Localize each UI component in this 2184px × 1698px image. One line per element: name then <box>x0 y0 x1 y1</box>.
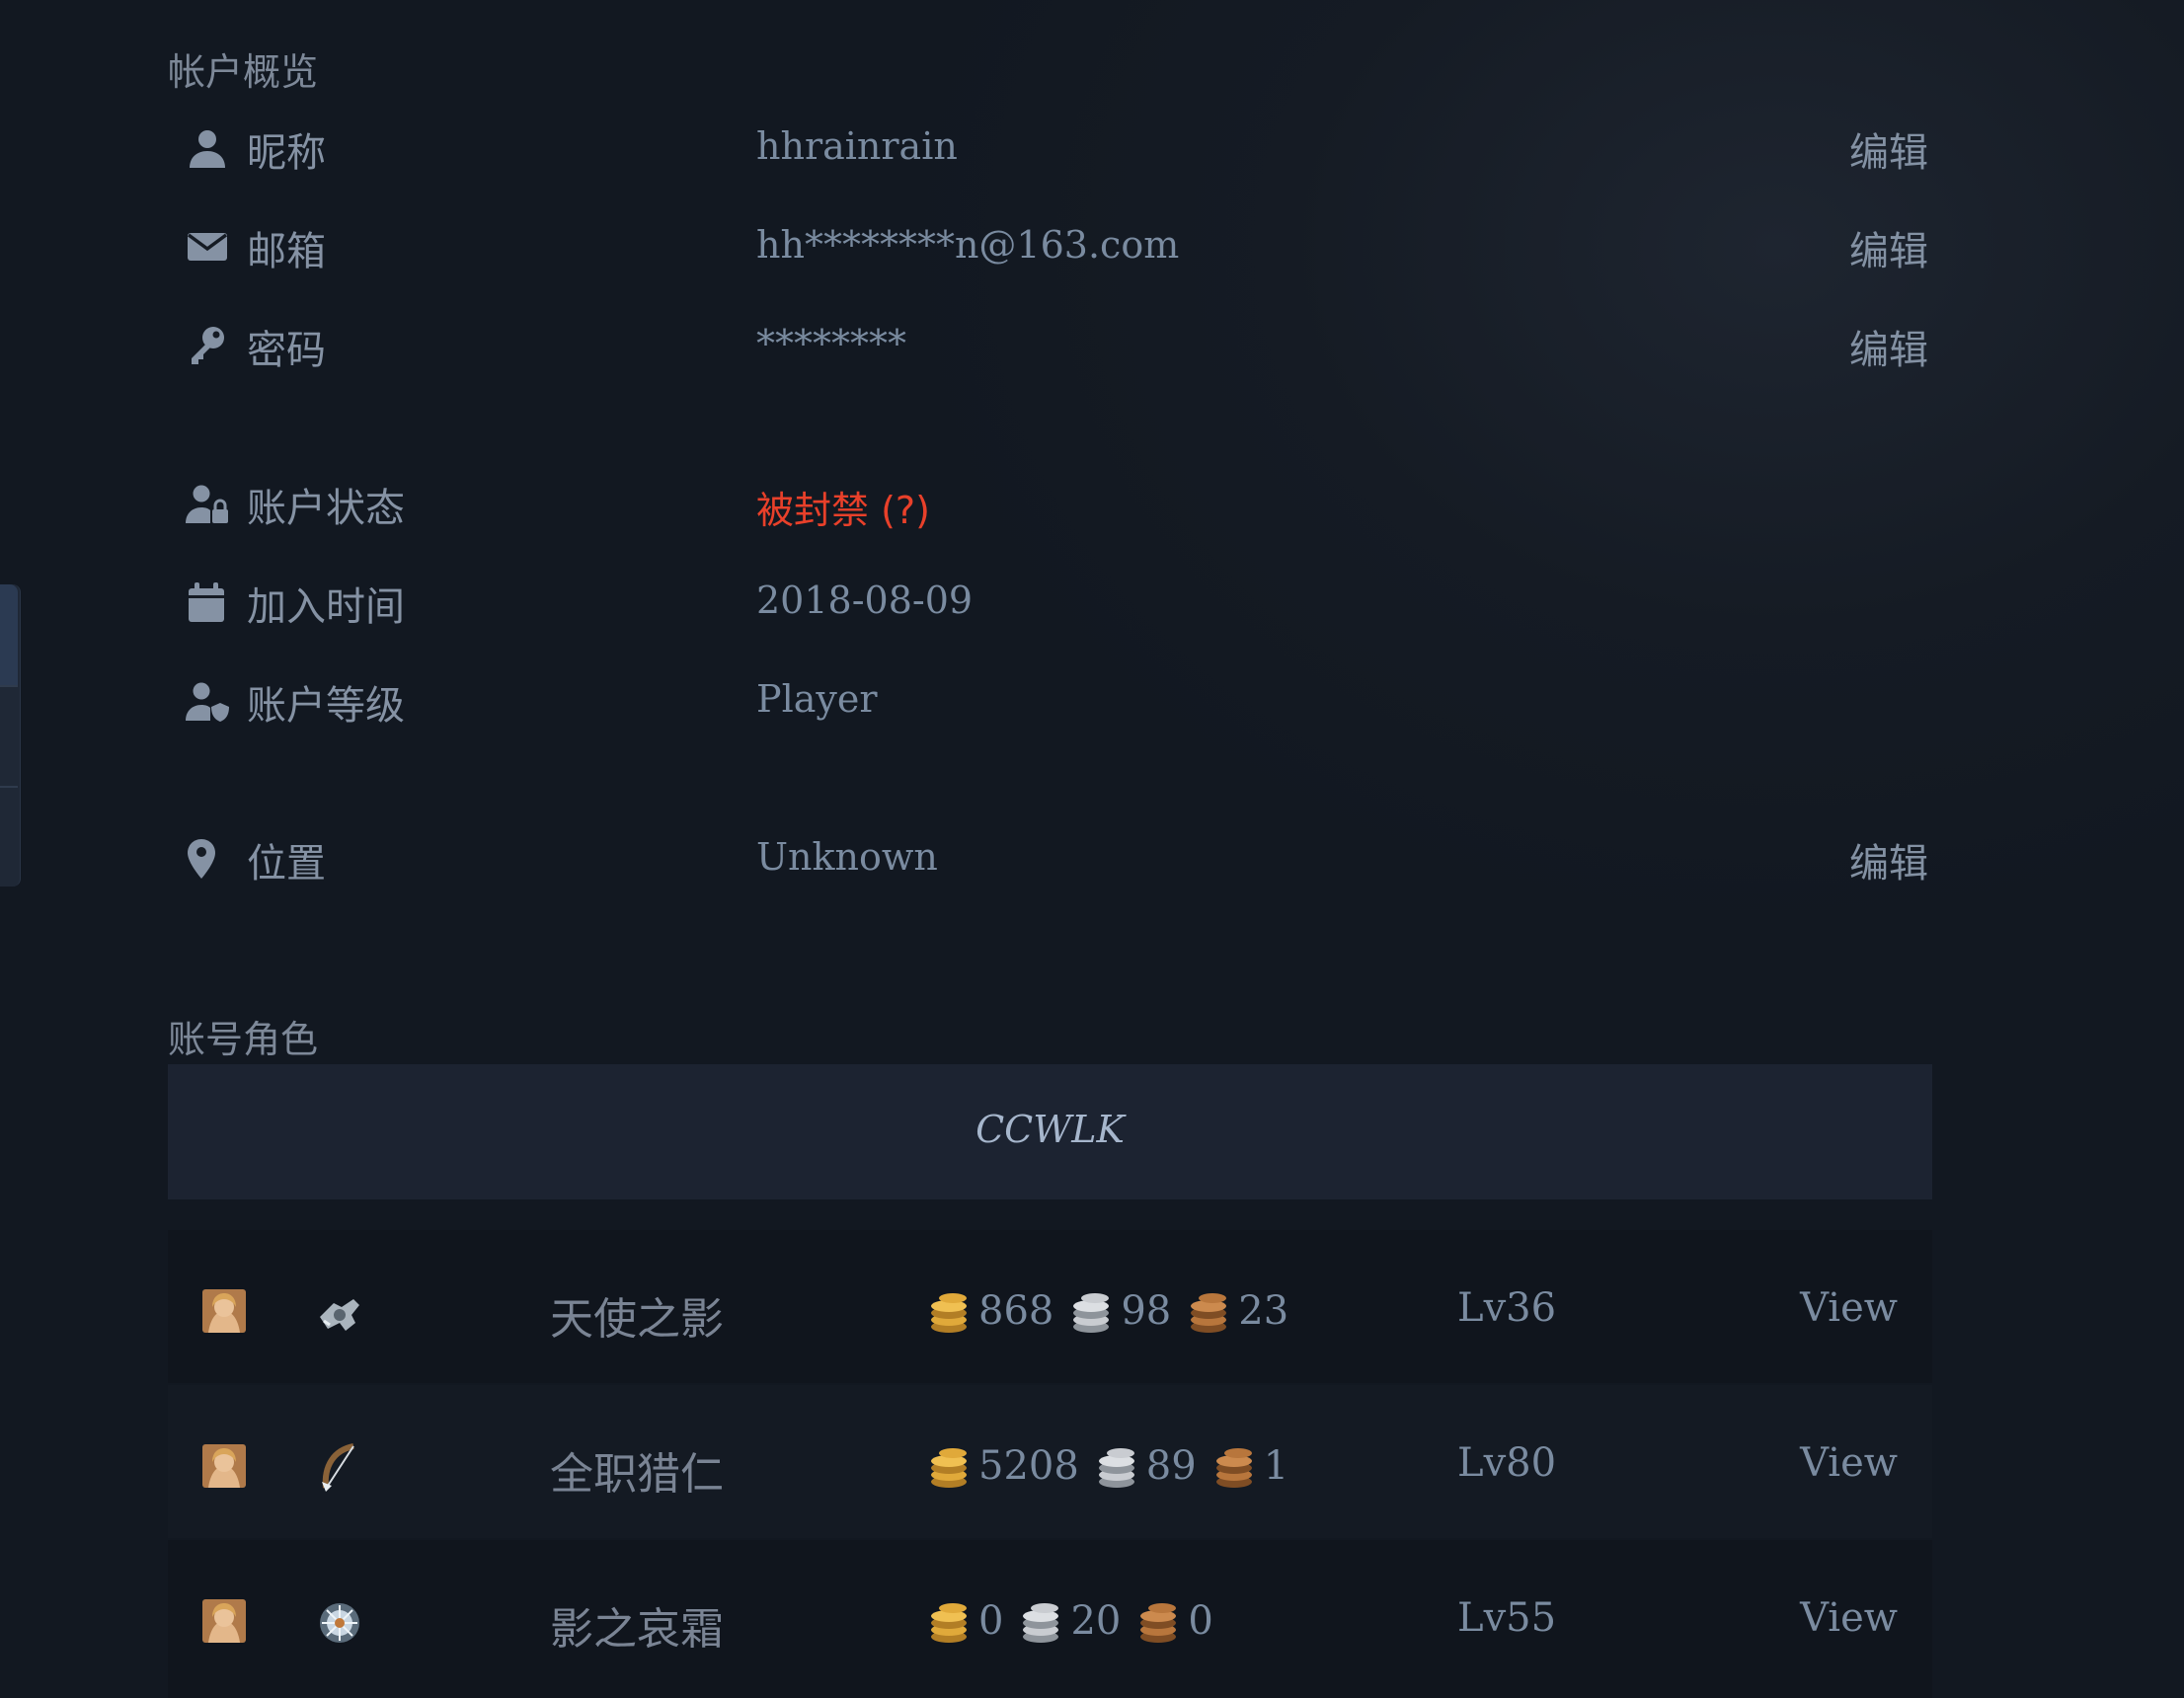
view-character-link[interactable]: View <box>1800 1285 1898 1331</box>
silver-amount: 20 <box>1070 1598 1122 1644</box>
character-money: 868 98 23 <box>923 1281 1292 1341</box>
account-status-label: 账户状态 <box>247 486 405 531</box>
cloth-armor-icon <box>314 1287 365 1339</box>
view-character-link[interactable]: View <box>1800 1595 1898 1641</box>
join-date-row: 加入时间 2018-08-09 <box>168 567 1930 636</box>
location-label: 位置 <box>247 841 326 887</box>
copper-amount: 23 <box>1238 1288 1289 1334</box>
nickname-label: 昵称 <box>247 130 326 176</box>
join-date-value: 2018-08-09 <box>756 579 974 622</box>
gold-coin-icon <box>931 1603 967 1643</box>
character-portrait <box>202 1599 246 1643</box>
map-marker-icon <box>186 837 229 881</box>
copper-coin-icon <box>1191 1293 1227 1333</box>
email-value: hh********n@163.com <box>756 223 1180 267</box>
character-portrait <box>202 1289 246 1333</box>
location-row: 位置 Unknown 编辑 <box>168 823 1930 892</box>
nickname-value: hhrainrain <box>756 124 958 168</box>
user-icon <box>186 126 229 170</box>
character-row: 天使之影 868 98 23 Lv36 View <box>168 1230 1932 1383</box>
characters-section-title: 账号角色 <box>168 1018 319 1061</box>
character-portrait <box>202 1444 246 1488</box>
envelope-icon <box>186 225 229 269</box>
edit-password-link[interactable]: 编辑 <box>1849 318 1928 375</box>
account-overview-title: 帐户概览 <box>168 50 319 94</box>
account-level-value: Player <box>756 677 878 721</box>
character-name: 全职猎仁 <box>550 1449 724 1500</box>
silver-amount: 98 <box>1121 1288 1172 1334</box>
user-lock-icon <box>186 482 229 525</box>
copper-amount: 0 <box>1188 1598 1213 1644</box>
account-level-row: 账户等级 Player <box>168 665 1930 734</box>
character-money: 5208 89 1 <box>923 1436 1292 1496</box>
password-label: 密码 <box>247 328 326 373</box>
gold-amount: 5208 <box>978 1443 1079 1489</box>
view-character-link[interactable]: View <box>1800 1440 1898 1486</box>
silver-amount: 89 <box>1145 1443 1197 1489</box>
password-row: 密码 ******** 编辑 <box>168 310 1930 379</box>
silver-coin-icon <box>1023 1603 1059 1643</box>
location-value: Unknown <box>756 835 938 879</box>
side-drawer-tab[interactable] <box>0 584 21 887</box>
gold-coin-icon <box>931 1448 967 1488</box>
side-tab-accent <box>0 584 18 685</box>
character-level: Lv36 <box>1457 1285 1557 1331</box>
character-name: 影之哀霜 <box>550 1604 724 1655</box>
silver-coin-icon <box>1073 1293 1110 1333</box>
calendar-icon <box>186 580 229 624</box>
account-status-value[interactable]: 被封禁 (?) <box>756 480 930 534</box>
realm-name: CCWLK <box>975 1108 1125 1151</box>
bow-icon <box>314 1442 365 1494</box>
gold-amount: 868 <box>978 1288 1054 1334</box>
password-value: ******** <box>756 322 906 365</box>
character-row: 影之哀霜 0 20 0 Lv55 View <box>168 1540 1932 1698</box>
user-shield-icon <box>186 679 229 723</box>
character-row: 全职猎仁 5208 89 1 Lv80 View <box>168 1385 1932 1538</box>
key-icon <box>186 324 229 367</box>
nickname-row: 昵称 hhrainrain 编辑 <box>168 113 1930 182</box>
copper-coin-icon <box>1215 1448 1252 1488</box>
edit-email-link[interactable]: 编辑 <box>1849 219 1928 276</box>
account-status-row: 账户状态 被封禁 (?) <box>168 468 1930 537</box>
character-level: Lv80 <box>1457 1440 1557 1486</box>
edit-location-link[interactable]: 编辑 <box>1849 831 1928 888</box>
join-date-label: 加入时间 <box>247 584 405 630</box>
email-row: 邮箱 hh********n@163.com 编辑 <box>168 211 1930 280</box>
character-money: 0 20 0 <box>923 1591 1217 1651</box>
email-label: 邮箱 <box>247 229 326 274</box>
gold-coin-icon <box>931 1293 967 1333</box>
gold-amount: 0 <box>978 1598 1004 1644</box>
silver-coin-icon <box>1098 1448 1134 1488</box>
side-tab-divider <box>0 786 18 788</box>
frost-orb-icon <box>314 1597 365 1649</box>
character-level: Lv55 <box>1457 1595 1557 1641</box>
character-name: 天使之影 <box>550 1294 724 1345</box>
realm-header: CCWLK <box>168 1064 1932 1199</box>
side-tab-divider <box>0 685 18 687</box>
copper-coin-icon <box>1140 1603 1177 1643</box>
account-level-label: 账户等级 <box>247 683 405 729</box>
copper-amount: 1 <box>1263 1443 1289 1489</box>
edit-nickname-link[interactable]: 编辑 <box>1849 120 1928 178</box>
